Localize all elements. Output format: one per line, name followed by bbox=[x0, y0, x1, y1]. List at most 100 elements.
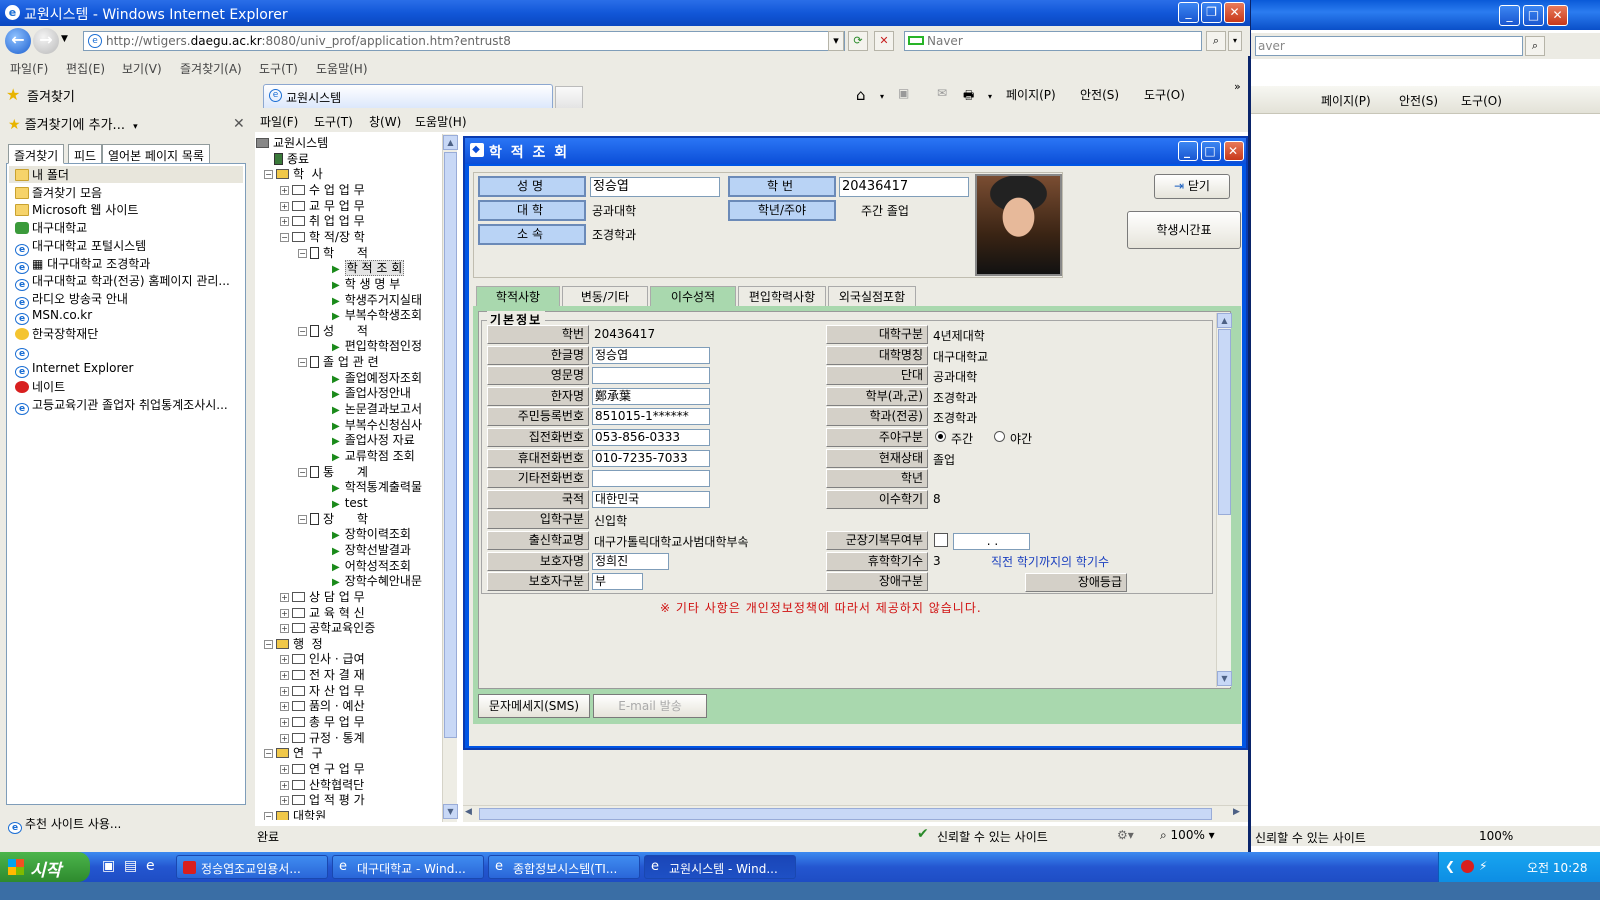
history-dropdown-icon[interactable]: ▼ bbox=[61, 34, 68, 44]
field-value[interactable] bbox=[592, 367, 710, 385]
app-menu-help[interactable]: 도움말(H) bbox=[415, 113, 467, 130]
refresh-icon[interactable]: ⟳ bbox=[848, 31, 868, 51]
tree-node[interactable]: + 수 업 업 무 bbox=[280, 182, 365, 198]
tools-menu[interactable]: 도구(O) bbox=[1144, 86, 1185, 103]
taskbar-item-2[interactable]: e 대구대학교 - Wind... bbox=[332, 855, 484, 879]
collapse-icon[interactable]: − bbox=[298, 326, 307, 336]
stop-icon[interactable]: ✕ bbox=[874, 31, 894, 51]
menu-help[interactable]: 도움말(H) bbox=[316, 60, 368, 77]
back-arrow-icon[interactable]: ← bbox=[5, 28, 31, 54]
favorite-item[interactable]: e 대구대학교 포털시스템 bbox=[15, 237, 146, 256]
tab-academic-record[interactable]: 학적사항 bbox=[476, 286, 560, 306]
favorite-item[interactable]: 한국장학재단 bbox=[15, 325, 98, 342]
collapse-icon[interactable]: − bbox=[264, 639, 273, 649]
expand-icon[interactable]: + bbox=[280, 671, 289, 681]
tree-node[interactable]: + 규정 · 통계 bbox=[280, 730, 365, 746]
tree-node[interactable]: − 학 사 bbox=[264, 166, 323, 182]
tree-node[interactable]: + 취 업 업 무 bbox=[280, 213, 365, 229]
tree-node[interactable]: + 품의 · 예산 bbox=[280, 698, 365, 714]
scroll-up-icon[interactable]: ▲ bbox=[443, 135, 458, 150]
tree-node[interactable]: − 학 적/장 학 bbox=[280, 229, 365, 245]
collapse-icon[interactable]: − bbox=[264, 749, 273, 759]
bg-page-menu[interactable]: 페이지(P) bbox=[1321, 92, 1371, 109]
expand-icon[interactable]: + bbox=[280, 765, 289, 774]
start-button[interactable]: 시작 bbox=[0, 852, 90, 882]
tree-node[interactable]: + 총 무 업 무 bbox=[280, 714, 365, 730]
forward-arrow-icon[interactable]: → bbox=[33, 28, 59, 54]
favorite-item[interactable]: e 라디오 방송국 안내 bbox=[15, 290, 128, 309]
tree-node[interactable]: + 업 적 평 가 bbox=[280, 792, 365, 808]
tree-node[interactable]: 교원시스템 bbox=[256, 135, 328, 151]
safety-menu[interactable]: 안전(S) bbox=[1080, 86, 1119, 103]
mail-icon[interactable]: ✉ bbox=[937, 86, 947, 100]
address-dropdown-icon[interactable]: ▾ bbox=[828, 31, 844, 51]
menu-edit[interactable]: 편집(E) bbox=[66, 60, 105, 77]
search-icon[interactable]: ⌕ bbox=[1525, 36, 1545, 56]
military-checkbox[interactable] bbox=[934, 533, 948, 547]
bg-search-input[interactable] bbox=[1255, 36, 1523, 56]
expand-icon[interactable]: + bbox=[280, 702, 289, 712]
menu-view[interactable]: 보기(V) bbox=[122, 60, 162, 77]
tree-node[interactable]: ▶ 학 적 조 회 bbox=[332, 260, 405, 277]
tree-node[interactable]: 종료 bbox=[274, 151, 309, 167]
tab-feeds[interactable]: 피드 bbox=[68, 144, 103, 164]
hscroll-thumb[interactable] bbox=[479, 808, 1212, 820]
favorite-item[interactable]: 네이트 bbox=[15, 378, 65, 395]
chevron-more-icon[interactable]: » bbox=[1234, 80, 1241, 93]
collapse-icon[interactable]: − bbox=[298, 358, 307, 368]
tree-node[interactable]: − 행 정 bbox=[264, 636, 323, 652]
menu-tools[interactable]: 도구(T) bbox=[259, 60, 298, 77]
taskbar-item-1[interactable]: 정승엽조교임용서... bbox=[176, 855, 328, 879]
tree-node[interactable]: + 자 산 업 무 bbox=[280, 683, 365, 699]
dialog-minimize-icon[interactable]: _ bbox=[1178, 141, 1198, 161]
close-pane-icon[interactable]: ✕ bbox=[233, 116, 245, 132]
favorites-label[interactable]: 즐겨찾기 bbox=[27, 86, 75, 105]
feeds-icon[interactable]: ▣ bbox=[898, 86, 909, 100]
app-menu-file[interactable]: 파일(F) bbox=[260, 113, 298, 130]
bg-zoom-text[interactable]: 100% bbox=[1479, 829, 1513, 843]
tree-node[interactable]: ▶ 장학선발결과 bbox=[332, 542, 411, 558]
expand-icon[interactable]: + bbox=[280, 780, 289, 790]
protected-mode-icon[interactable]: ⚙▾ bbox=[1117, 828, 1134, 842]
star-icon[interactable]: ★ bbox=[6, 85, 20, 104]
tab-grades[interactable]: 이수성적 bbox=[650, 286, 736, 306]
expand-icon[interactable]: + bbox=[280, 686, 289, 696]
expand-icon[interactable]: + bbox=[280, 796, 289, 806]
bg-tools-menu[interactable]: 도구(O) bbox=[1461, 92, 1502, 109]
student-id-field[interactable]: 20436417 bbox=[839, 177, 969, 197]
tree-node[interactable]: ▶ 졸업예정자조회 bbox=[332, 370, 422, 386]
favorite-item[interactable]: 대구대학교 bbox=[15, 219, 87, 236]
suggested-sites-button[interactable]: e 추천 사이트 사용... bbox=[8, 815, 121, 834]
new-tab-button[interactable] bbox=[555, 86, 583, 108]
print-dropdown-icon[interactable]: ▾ bbox=[988, 92, 992, 101]
tree-node[interactable]: − 대학원 bbox=[264, 808, 326, 820]
military-date-field[interactable]: . . bbox=[953, 533, 1030, 550]
favorite-item[interactable]: 내 폴더 bbox=[9, 166, 243, 183]
tab-changes[interactable]: 변동/기타 bbox=[562, 286, 648, 306]
menu-favorites[interactable]: 즐겨찾기(A) bbox=[180, 60, 242, 77]
collapse-icon[interactable]: − bbox=[264, 811, 273, 820]
favorite-item[interactable]: Microsoft 웹 사이트 bbox=[15, 201, 138, 218]
collapse-icon[interactable]: − bbox=[264, 170, 273, 180]
tree-node[interactable]: ▶ 졸업사정안내 bbox=[332, 385, 411, 401]
panel-scroll-up-icon[interactable]: ▲ bbox=[1217, 313, 1232, 328]
taskbar-item-3[interactable]: e 종합정보시스템(TI... bbox=[488, 855, 640, 879]
field-value[interactable]: 부 bbox=[592, 573, 643, 591]
field-value[interactable]: 정승엽 bbox=[592, 346, 710, 364]
tree-node[interactable]: ▶ 학 생 명 부 bbox=[332, 276, 400, 292]
print-icon[interactable]: 🖶 bbox=[963, 86, 974, 107]
field-value[interactable]: 010-7235-7033 bbox=[592, 449, 710, 467]
app-menu-window[interactable]: 창(W) bbox=[369, 113, 401, 130]
bg-safety-menu[interactable]: 안전(S) bbox=[1399, 92, 1438, 109]
tree-node[interactable]: ▶ 학생주거지실태 bbox=[332, 292, 422, 308]
tree-node[interactable]: ▶ 어학성적조회 bbox=[332, 558, 411, 574]
expand-icon[interactable]: + bbox=[280, 185, 289, 195]
app-menu-tools[interactable]: 도구(T) bbox=[314, 113, 353, 130]
tree-node[interactable]: + 교 무 업 무 bbox=[280, 198, 365, 214]
tree-node[interactable]: ▶ 장학수혜안내문 bbox=[332, 573, 422, 589]
field-value[interactable]: 정희진 bbox=[592, 552, 669, 570]
expand-icon[interactable]: + bbox=[280, 624, 289, 634]
tree-node[interactable]: ▶ test bbox=[332, 495, 368, 511]
favorite-item[interactable]: e Internet Explorer bbox=[15, 361, 133, 378]
network-icon[interactable]: ⚡ bbox=[1479, 859, 1487, 873]
